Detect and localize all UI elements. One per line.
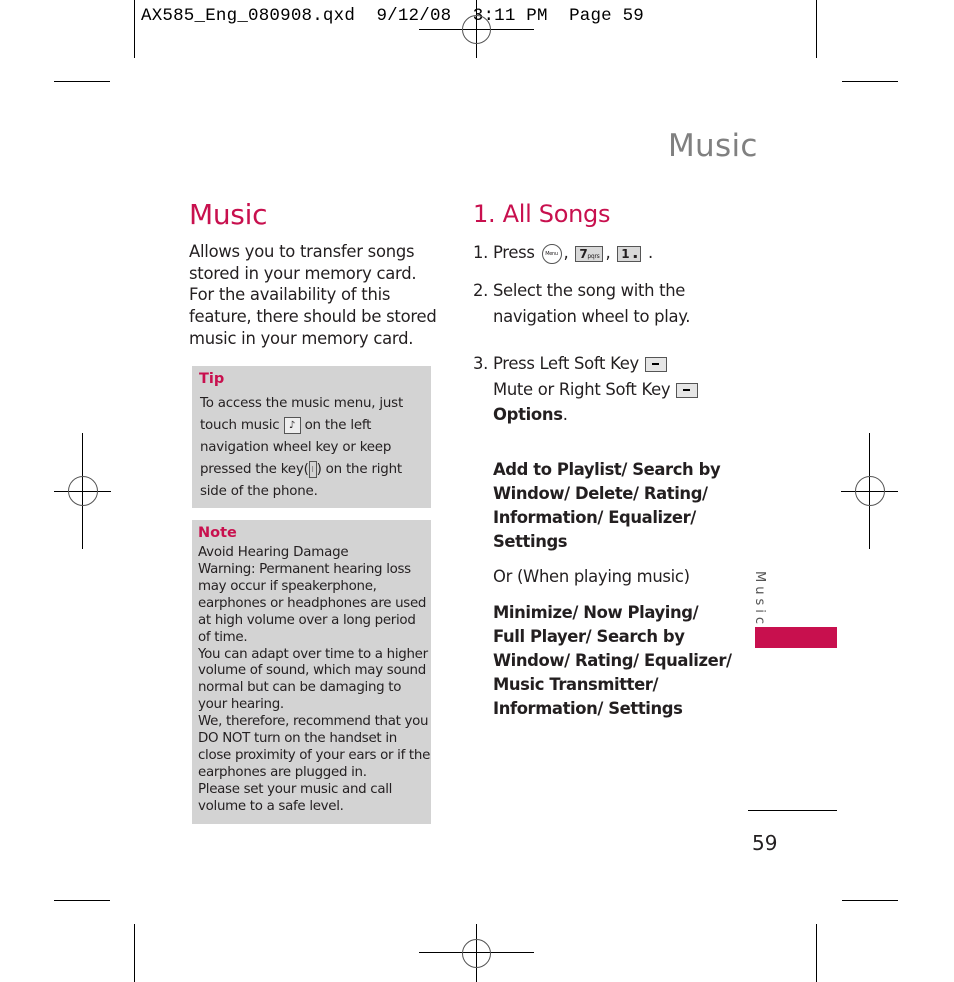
options-label: Options <box>493 405 563 424</box>
options-list: Add to Playlist/ Search by Window/ Delet… <box>493 458 733 554</box>
step-3-line-2: Mute or Right Soft Key <box>493 380 699 399</box>
crop-mark <box>134 924 135 982</box>
note-label: Note <box>198 525 237 541</box>
tip-label: Tip <box>199 371 225 387</box>
key-1-icon: 1 ▪ <box>617 245 642 262</box>
key-7-icon: 7pqrs <box>575 245 604 262</box>
crop-mark <box>816 0 817 58</box>
options-line: Information/ Equalizer/ <box>493 508 696 527</box>
step-1-text: 1. Press <box>473 243 535 262</box>
note-paragraph: Please set your music and call volume to… <box>198 781 393 814</box>
running-title: Music <box>668 128 758 164</box>
tip-text-part: To access the music menu, just touch mus… <box>200 396 404 433</box>
crop-mark <box>54 900 110 901</box>
or-text: Or (When playing music) <box>493 567 690 586</box>
options-line: Window/ Rating/ Equalizer/ <box>493 651 732 670</box>
step-2-line-2: navigation wheel to play. <box>493 307 691 326</box>
crop-mark <box>842 900 898 901</box>
step-3-text: 3. Press Left Soft Key <box>473 354 639 373</box>
crop-mark <box>816 924 817 982</box>
playing-options-list: Minimize/ Now Playing/ Full Player/ Sear… <box>493 601 733 721</box>
music-note-icon: ♪ <box>283 416 301 434</box>
voicemail-glyph: ▪ <box>633 252 638 260</box>
key-letters: pqrs <box>587 252 600 260</box>
subsection-heading: 1. All Songs <box>473 200 611 228</box>
period: . <box>562 405 568 424</box>
left-soft-key-icon <box>644 357 667 372</box>
note-paragraph: Warning: Permanent hearing loss may occu… <box>198 562 427 645</box>
side-tab-marker <box>755 627 837 648</box>
options-line: Window/ Delete/ Rating/ <box>493 484 708 503</box>
side-key-icon: ⁝ <box>308 460 317 478</box>
note-text: Warning: Permanent hearing loss may occu… <box>198 562 430 816</box>
options-line: Full Player/ Search by <box>493 627 685 646</box>
step-1: 1. Press Menu, 7pqrs, 1 ▪ . <box>473 243 653 264</box>
section-heading: Music <box>189 198 268 231</box>
page-number: 59 <box>752 831 778 855</box>
footer-rule <box>748 810 837 811</box>
right-soft-key-icon <box>676 383 699 398</box>
step-3-text: Mute or Right Soft Key <box>493 380 671 399</box>
key-digit: 1 <box>621 246 630 261</box>
step-3-line-1: 3. Press Left Soft Key <box>473 354 667 373</box>
options-line: Add to Playlist/ Search by <box>493 460 721 479</box>
intro-paragraph: Allows you to transfer songs stored in y… <box>189 242 437 348</box>
crop-mark <box>54 81 110 82</box>
options-line: Minimize/ Now Playing/ <box>493 603 699 622</box>
separator: , <box>563 243 569 262</box>
options-line: Information/ Settings <box>493 699 683 718</box>
menu-key-icon: Menu <box>541 243 562 264</box>
crop-mark <box>842 81 898 82</box>
tip-text: To access the music menu, just touch mus… <box>200 393 426 503</box>
note-subheading: Avoid Hearing Damage <box>198 545 349 560</box>
separator: , <box>605 243 611 262</box>
crop-mark <box>134 0 135 58</box>
period: . <box>647 243 653 262</box>
print-slug: AX585_Eng_080908.qxd 9/12/08 3:11 PM Pag… <box>141 6 644 26</box>
note-paragraph: We, therefore, recommend that you DO NOT… <box>198 714 431 780</box>
note-paragraph: You can adapt over time to a higher volu… <box>198 646 428 713</box>
options-line: Settings <box>493 532 568 551</box>
step-2-line-1: 2. Select the song with the <box>473 281 686 300</box>
note-box: Note Avoid Hearing Damage Warning: Perma… <box>192 520 431 824</box>
side-tab-label: Music <box>752 571 767 628</box>
tip-box: Tip To access the music menu, just touch… <box>192 366 431 508</box>
options-line: Music Transmitter/ <box>493 675 659 694</box>
step-3-line-3: Options. <box>493 405 568 424</box>
